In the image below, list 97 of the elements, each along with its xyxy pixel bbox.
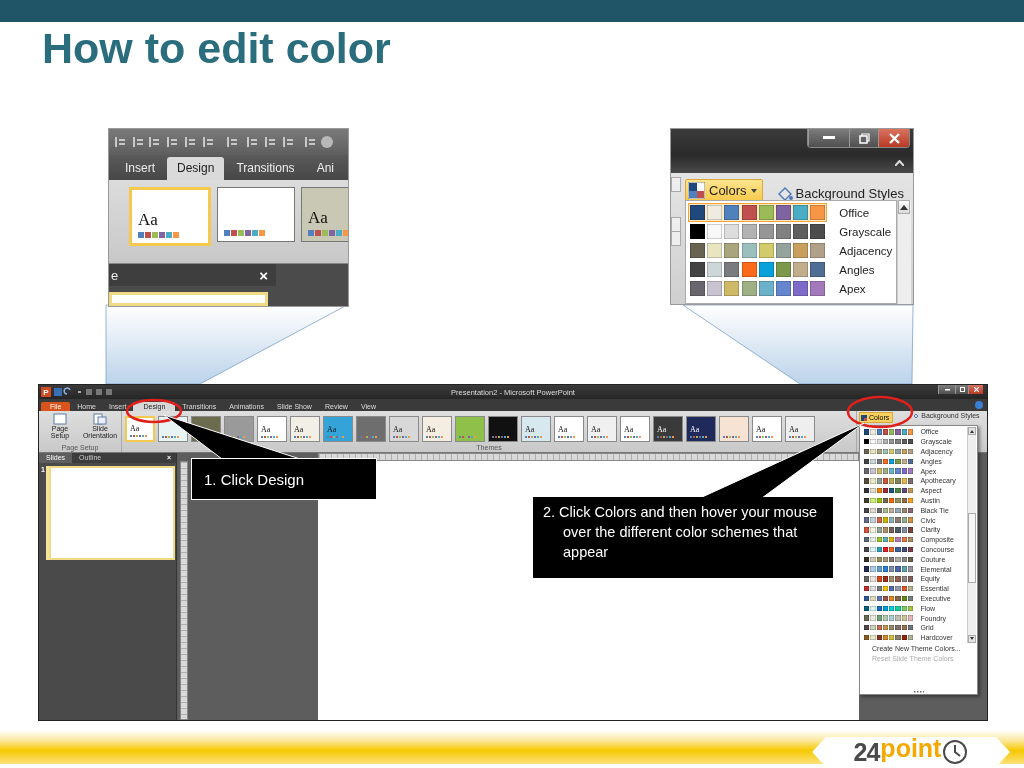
color-scheme-swatches[interactable] xyxy=(862,495,916,506)
theme-thumbnail[interactable]: Aa xyxy=(389,416,419,442)
theme-thumbnail[interactable]: Aa xyxy=(752,416,782,442)
close-button[interactable]: × xyxy=(259,266,268,284)
close-icon xyxy=(973,387,979,392)
color-scheme-swatches[interactable] xyxy=(862,613,916,623)
minimize-button[interactable] xyxy=(808,129,849,147)
color-scheme-swatches[interactable] xyxy=(862,623,916,633)
highlight-ellipse xyxy=(846,395,914,429)
color-scheme-swatches[interactable] xyxy=(862,446,916,457)
collapse-ribbon-icon[interactable] xyxy=(895,160,904,166)
color-scheme-swatches[interactable] xyxy=(862,554,916,564)
help-icon[interactable] xyxy=(975,401,983,409)
scrollbar[interactable] xyxy=(967,427,976,643)
close-button[interactable] xyxy=(968,385,983,394)
color-scheme-swatches[interactable] xyxy=(688,203,828,222)
logo-number: 24 xyxy=(853,737,880,767)
close-button[interactable] xyxy=(878,129,909,147)
close-icon xyxy=(888,132,900,144)
page-icon xyxy=(53,413,67,425)
slide-thumbnail[interactable] xyxy=(109,292,268,306)
minimize-icon xyxy=(944,388,950,391)
minimize-button[interactable] xyxy=(938,385,955,394)
theme-thumbnail[interactable]: Aa xyxy=(653,416,683,442)
logo-word: point xyxy=(880,733,942,763)
theme-thumbnail[interactable]: Aa xyxy=(290,416,320,442)
theme-thumbnail[interactable]: Aa xyxy=(587,416,617,442)
color-scheme-swatches[interactable] xyxy=(688,241,828,260)
color-scheme-swatches[interactable] xyxy=(862,564,916,574)
theme-thumbnail[interactable]: Aa xyxy=(620,416,650,442)
ribbon-tab[interactable]: Design xyxy=(167,157,225,180)
color-scheme-swatches[interactable] xyxy=(862,427,916,437)
color-scheme-swatches[interactable] xyxy=(862,603,916,613)
scheme-name[interactable]: Apex xyxy=(839,282,866,295)
theme-thumbnail[interactable]: Aa xyxy=(257,416,287,442)
color-scheme-swatches[interactable] xyxy=(862,584,916,594)
theme-thumbnail[interactable]: Aa xyxy=(554,416,584,442)
scroll-up-button[interactable] xyxy=(898,200,910,214)
theme-thumbnail[interactable] xyxy=(455,416,485,442)
paint-bucket-icon xyxy=(776,186,793,201)
theme-thumbnail[interactable]: Aa xyxy=(686,416,716,442)
pages-icon xyxy=(93,413,107,425)
color-scheme-swatches[interactable] xyxy=(862,456,916,466)
theme-thumbnail[interactable]: Aa xyxy=(785,416,815,442)
color-scheme-swatches[interactable] xyxy=(862,544,916,555)
theme-thumbnail[interactable]: Aa xyxy=(125,416,155,442)
pane-title: e xyxy=(111,267,119,283)
app-icon[interactable]: P xyxy=(41,387,51,397)
callout: 2. Click Colors and then hover your mouse over the different color schemes that appear xyxy=(533,497,833,578)
ribbon-tab[interactable]: Ani xyxy=(306,157,344,180)
theme-thumbnail[interactable]: Aa xyxy=(323,416,353,442)
color-scheme-swatches[interactable] xyxy=(862,535,916,545)
color-scheme-swatches[interactable] xyxy=(862,476,916,486)
color-scheme-swatches[interactable] xyxy=(688,279,828,298)
color-scheme-swatches[interactable] xyxy=(862,505,916,515)
ribbon-tab[interactable]: Insert xyxy=(115,157,165,180)
scheme-name[interactable]: Office xyxy=(839,206,870,219)
restore-icon xyxy=(858,132,870,144)
theme-thumbnail[interactable]: Aa xyxy=(521,416,551,442)
scroll-up-icon[interactable] xyxy=(970,429,974,433)
restore-button[interactable] xyxy=(849,129,878,147)
slide-title: How to edit color xyxy=(42,24,391,73)
maximize-button[interactable] xyxy=(955,385,968,394)
theme-thumbnail[interactable]: Aa xyxy=(129,187,211,246)
scroll-thumb[interactable] xyxy=(968,513,976,583)
color-scheme-swatches[interactable] xyxy=(862,437,916,447)
color-scheme-swatches[interactable] xyxy=(688,260,828,279)
theme-thumbnail[interactable] xyxy=(217,187,295,242)
theme-thumbnail[interactable]: Aa xyxy=(422,416,452,442)
color-scheme-swatches[interactable] xyxy=(688,222,828,241)
highlight-ellipse xyxy=(125,398,183,424)
background-styles-button[interactable]: Background Styles xyxy=(776,186,904,201)
theme-thumbnail[interactable]: Aa xyxy=(301,187,348,242)
up-arrow-icon xyxy=(900,204,908,210)
callout: 1. Click Design xyxy=(191,458,377,500)
colors-button[interactable]: Colors xyxy=(685,179,763,202)
scroll-down-icon[interactable] xyxy=(970,637,974,641)
color-scheme-swatches[interactable] xyxy=(862,466,916,476)
color-scheme-swatches[interactable] xyxy=(862,525,916,535)
caret-icon xyxy=(750,188,757,193)
theme-thumbnail[interactable] xyxy=(488,416,518,442)
color-palette-icon xyxy=(861,414,867,421)
ribbon-tab[interactable]: Transitions xyxy=(226,157,305,180)
theme-thumbnail[interactable] xyxy=(719,416,749,442)
maximize-icon xyxy=(959,387,965,392)
color-scheme-swatches[interactable] xyxy=(862,593,916,604)
scheme-name[interactable]: Angles xyxy=(839,263,875,276)
color-scheme-swatches[interactable] xyxy=(862,633,916,643)
scheme-name[interactable]: Grayscale xyxy=(839,225,892,238)
minimize-icon xyxy=(823,136,835,140)
theme-thumbnail[interactable] xyxy=(356,416,386,442)
color-scheme-swatches[interactable] xyxy=(862,486,916,496)
scheme-name[interactable]: Adjacency xyxy=(839,244,893,257)
color-scheme-swatches[interactable] xyxy=(862,515,916,525)
slide-thumbnail[interactable] xyxy=(48,466,175,560)
quick-access-icons-drawing xyxy=(54,387,114,397)
color-scheme-swatches[interactable] xyxy=(862,574,916,584)
